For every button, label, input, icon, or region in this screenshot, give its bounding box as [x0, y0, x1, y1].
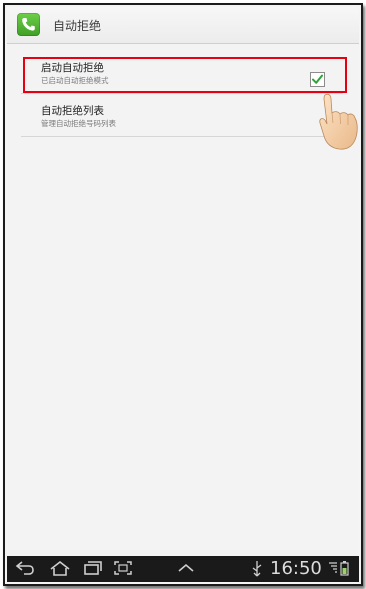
recent-apps-icon[interactable] — [83, 560, 103, 580]
setting-title: 自动拒绝列表 — [41, 105, 104, 117]
action-bar: 自动拒绝 — [7, 7, 359, 44]
enable-checkbox[interactable] — [310, 72, 325, 87]
screen: 自动拒绝 启动自动拒绝 已启动自动拒绝模式 自动拒绝列表 管理自动拒绝号码列表 — [7, 7, 359, 582]
highlight-box — [23, 57, 347, 93]
status-clock: 16:50 — [270, 558, 322, 579]
phone-icon[interactable] — [17, 13, 40, 36]
signal-icon — [328, 560, 338, 580]
battery-icon — [340, 560, 349, 580]
device-frame: 自动拒绝 启动自动拒绝 已启动自动拒绝模式 自动拒绝列表 管理自动拒绝号码列表 — [3, 3, 363, 586]
setting-auto-reject-list[interactable]: 自动拒绝列表 管理自动拒绝号码列表 — [21, 94, 343, 137]
usb-icon — [251, 560, 263, 582]
back-icon[interactable] — [15, 560, 35, 580]
pointing-hand-icon — [317, 93, 359, 155]
home-icon[interactable] — [49, 560, 71, 580]
navigation-bar: 16:50 — [7, 556, 359, 582]
setting-subtitle: 管理自动拒绝号码列表 — [41, 119, 116, 128]
screenshot-icon[interactable] — [113, 560, 133, 580]
page-title: 自动拒绝 — [53, 19, 102, 33]
chevron-up-icon[interactable] — [177, 560, 195, 580]
